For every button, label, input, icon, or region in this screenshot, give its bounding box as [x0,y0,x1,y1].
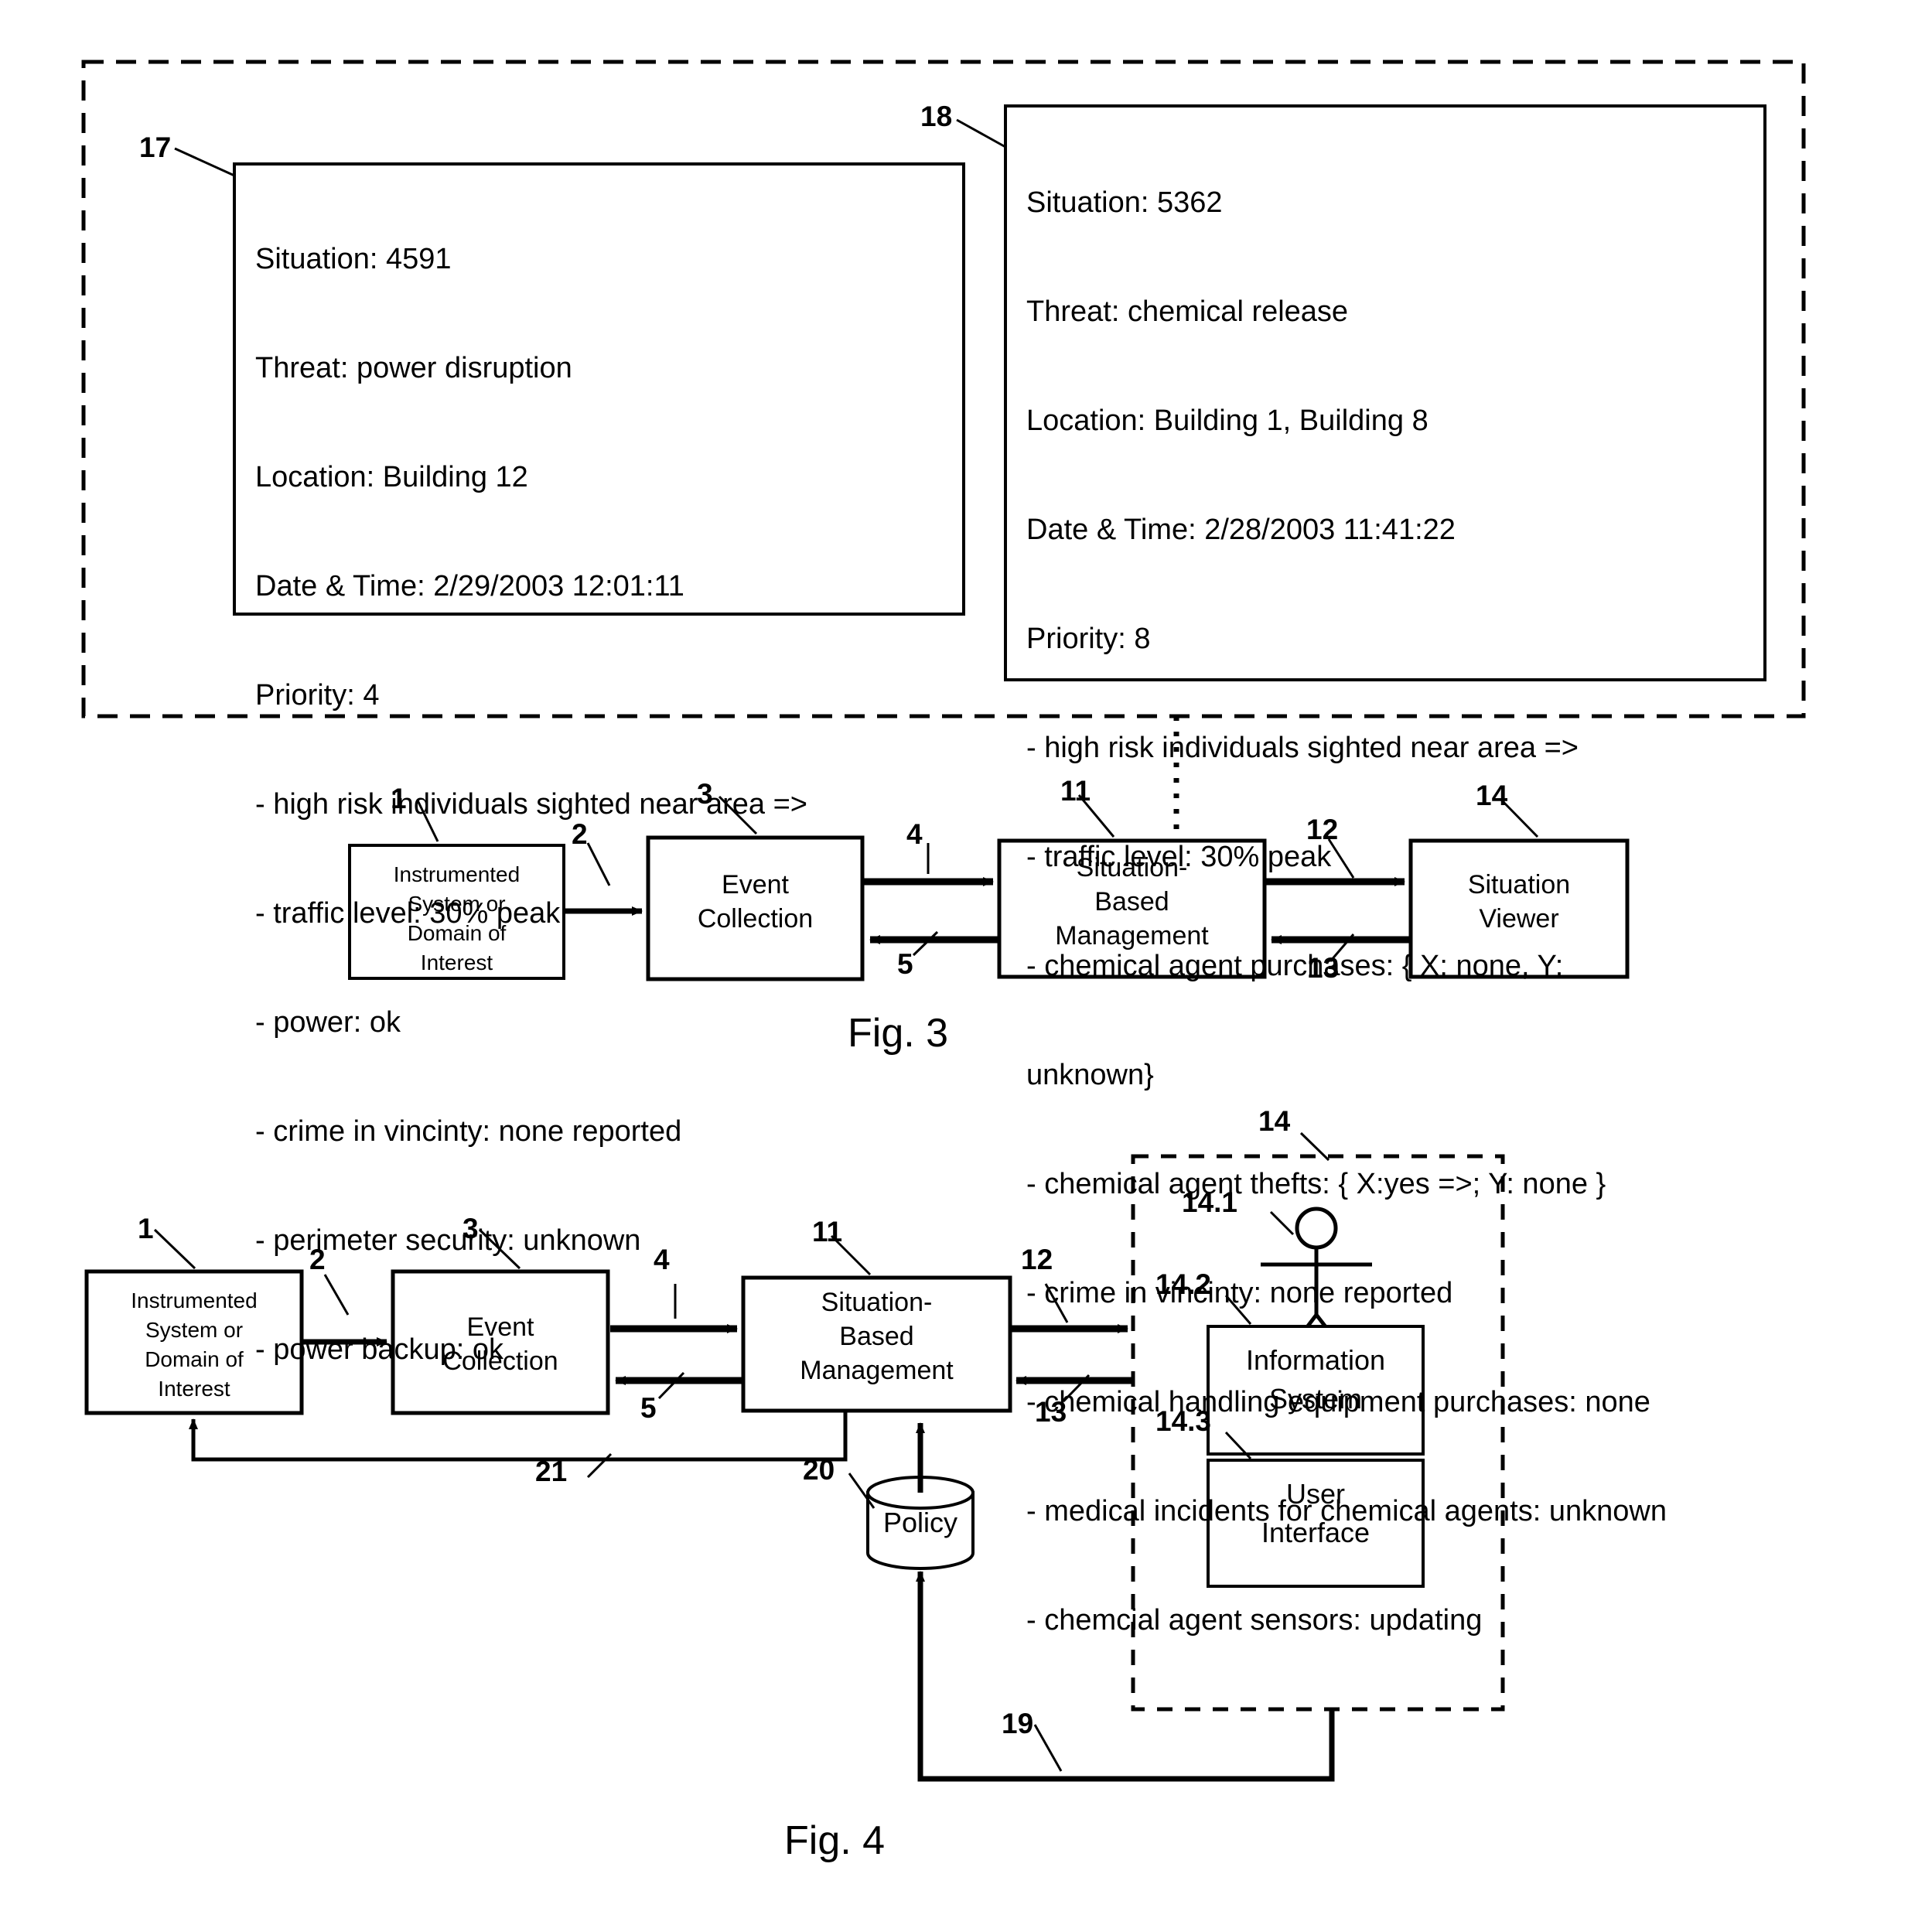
situation-18-line: Location: Building 1, Building 8 [1026,404,1429,437]
fig3-node-3-label: Event Collection [697,870,814,933]
situation-17-line: - perimeter security: unknown [255,1224,641,1257]
fig4-node-11-label: Situation- Based Management [800,1288,954,1385]
fig4-ref-14-3: 14.3 [1155,1405,1212,1437]
fig4-policy-label: Policy [882,1507,958,1538]
fig3-node-11-label: Situation- Based Management [1055,853,1209,951]
fig3-node-14-label: Situation Viewer [1467,870,1571,933]
situation-18-line: - high risk individuals sighted near are… [1026,732,1579,764]
situation-18-line: - crime in vincinty: none reported [1026,1277,1453,1309]
fig3-ref-4: 4 [906,818,923,850]
fig3-ref-13: 13 [1307,952,1340,984]
fig3-ref-14: 14 [1476,780,1508,811]
fig4-ref-12: 12 [1021,1244,1053,1275]
fig3-ref-11: 11 [1060,775,1091,807]
fig4-leader-1 [153,1228,196,1270]
situation-18-line: Threat: chemical release [1026,295,1349,328]
fig4-ref-13: 13 [1035,1396,1067,1428]
fig4-ref-21: 21 [535,1456,568,1487]
situation-18-line: - chemcial agent sensors: updating [1026,1604,1483,1637]
situation-17-line: Location: Building 12 [255,461,528,493]
fig4-node-1-label: Instrumented System or Domain of Interest [131,1288,258,1401]
fig4-node-3-label: Event Collection [442,1312,558,1376]
fig4-ref-14-1: 14.1 [1182,1186,1238,1218]
fig4-ref-11: 11 [812,1216,843,1247]
ref-label-17: 17 [139,131,172,163]
fig4-ref-20: 20 [803,1454,835,1486]
fig4-node-14-3-label: User Interface [1261,1478,1370,1548]
fig3-node-1-label: Instrumented System or Domain of Interest [393,862,521,974]
situation-18-line: Situation: 5362 [1026,186,1223,219]
situation-17-line: - power: ok [255,1006,401,1039]
fig3-caption: Fig. 3 [848,1011,949,1056]
fig3-ref-1: 1 [391,783,407,814]
patent-figure-sheet: 17 18 Situation: 4591 Threat: power disr… [0,0,1932,1925]
fig4-ref-14: 14 [1258,1105,1291,1137]
fig3-ref-3: 3 [697,778,713,810]
situation-18-line: Date & Time: 2/28/2003 11:41:22 [1026,514,1456,546]
fig4-ref-14-2: 14.2 [1155,1268,1212,1300]
ref-label-18: 18 [920,101,953,132]
situation-17-line: Date & Time: 2/29/2003 12:01:11 [255,570,684,602]
situation-17-line: - crime in vincinty: none reported [255,1115,682,1148]
fig4-ref-5: 5 [640,1392,657,1424]
fig4-ref-2: 2 [309,1244,326,1275]
situation-18-line: Priority: 8 [1026,623,1151,655]
leader-line-17 [174,147,235,177]
situation-18-line: unknown} [1026,1059,1154,1091]
situation-17-line: - high risk individuals sighted near are… [255,788,807,821]
fig3-ref-2: 2 [572,818,588,850]
fig4-ref-19: 19 [1002,1708,1034,1739]
situation-18-line: - chemical agent purchases: { X: none, Y… [1026,950,1564,982]
situation-17-details: Situation: 4591 Threat: power disruption… [255,169,951,1441]
fig4-ref-3: 3 [463,1213,479,1244]
fig4-ref-4: 4 [654,1244,670,1275]
fig4-caption: Fig. 4 [784,1818,886,1863]
fig4-ref-1: 1 [138,1213,154,1244]
fig4-leader-19 [1033,1724,1063,1772]
situation-17-line: Situation: 4591 [255,243,452,275]
situation-17-line: Threat: power disruption [255,352,572,384]
fig3-ref-12: 12 [1306,814,1339,845]
leader-line-18 [956,118,1006,148]
situation-17-line: Priority: 4 [255,679,380,712]
fig3-ref-5: 5 [897,948,913,980]
situation-18-line: - chemical agent thefts: { X:yes =>; Y: … [1026,1168,1606,1200]
fig4-node-14-2-label: Information System [1245,1344,1386,1415]
